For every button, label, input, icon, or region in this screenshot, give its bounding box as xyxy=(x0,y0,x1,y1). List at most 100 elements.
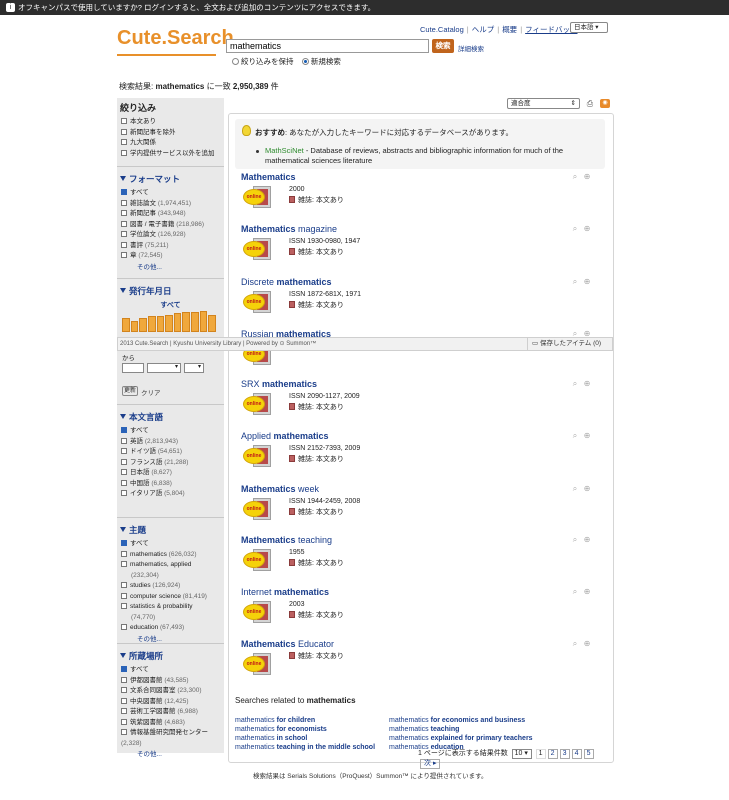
save-folder-icon[interactable]: ⊕ xyxy=(581,172,593,181)
language-select[interactable]: 日本語 ▾ xyxy=(570,22,608,33)
preview-magnifier-icon[interactable]: ⌕ xyxy=(569,639,581,649)
page-3[interactable]: 3 xyxy=(559,749,570,759)
lang-all[interactable]: すべて xyxy=(117,426,224,437)
loc-chikushi[interactable]: 筑紫図書館 (4,683) xyxy=(117,718,224,729)
histogram-bar[interactable] xyxy=(122,318,130,332)
histogram-bar[interactable] xyxy=(182,312,191,332)
format-journal[interactable]: 雑誌論文 (1,974,451) xyxy=(117,199,224,210)
loc-humanities[interactable]: 文系合同図書室 (23,300) xyxy=(117,686,224,697)
histogram-bar[interactable] xyxy=(130,320,139,332)
subject-cs[interactable]: computer science (81,419) xyxy=(117,592,224,603)
preview-magnifier-icon[interactable]: ⌕ xyxy=(569,431,581,441)
related-link[interactable]: mathematics for children xyxy=(235,716,375,725)
related-link[interactable]: mathematics for economics and business xyxy=(389,716,533,725)
result-type[interactable]: 雑誌: 本文あり xyxy=(289,507,360,518)
subject-education[interactable]: education (67,493) xyxy=(117,623,224,634)
histogram-bar[interactable] xyxy=(199,310,208,332)
result-thumbnail[interactable]: online xyxy=(243,289,273,315)
lang-chinese[interactable]: 中国語 (6,838) xyxy=(117,479,224,490)
save-folder-icon[interactable]: ⊕ xyxy=(581,535,593,544)
preview-magnifier-icon[interactable]: ⌕ xyxy=(569,379,581,389)
page-2[interactable]: 2 xyxy=(547,749,558,759)
format-chapter[interactable]: 章 (72,545) xyxy=(117,251,224,262)
subject-title[interactable]: 主題 xyxy=(117,517,224,539)
refine-kyudai[interactable]: 九大関係 xyxy=(117,138,224,149)
page-1[interactable]: 1 xyxy=(535,749,546,759)
result-title-link[interactable]: SRX mathematics xyxy=(241,379,317,389)
subject-stats[interactable]: statistics & probability xyxy=(117,602,224,613)
histogram-bar[interactable] xyxy=(208,314,216,332)
related-link[interactable]: mathematics explained for primary teache… xyxy=(389,734,533,743)
result-thumbnail[interactable]: online xyxy=(243,599,273,625)
related-link[interactable]: mathematics teaching in the middle schoo… xyxy=(235,743,375,752)
date-month-select[interactable]: ▾ xyxy=(147,363,181,373)
related-link[interactable]: mathematics in school xyxy=(235,734,375,743)
save-folder-icon[interactable]: ⊕ xyxy=(581,224,593,233)
lang-japanese[interactable]: 日本語 (8,627) xyxy=(117,468,224,479)
result-type[interactable]: 雑誌: 本文あり xyxy=(289,300,361,311)
loc-design[interactable]: 芸術工学図書館 (6,988) xyxy=(117,707,224,718)
save-folder-icon[interactable]: ⊕ xyxy=(581,484,593,493)
subject-applied[interactable]: mathematics, applied xyxy=(117,560,224,571)
preview-magnifier-icon[interactable]: ⌕ xyxy=(569,277,581,287)
refine-exclude-news[interactable]: 新聞記事を除外 xyxy=(117,128,224,139)
related-link[interactable]: mathematics for economists xyxy=(235,725,375,734)
result-title-link[interactable]: Mathematics xyxy=(241,172,296,182)
result-title-link[interactable]: Mathematics week xyxy=(241,484,319,494)
page-5[interactable]: 5 xyxy=(583,749,594,759)
radio-keep-filters[interactable]: 絞り込みを保持 xyxy=(232,57,294,66)
save-folder-icon[interactable]: ⊕ xyxy=(581,277,593,286)
save-folder-icon[interactable]: ⊕ xyxy=(581,379,593,388)
result-title-link[interactable]: Mathematics teaching xyxy=(241,535,332,545)
lang-english[interactable]: 英語 (2,813,943) xyxy=(117,437,224,448)
rss-icon[interactable]: ◉ xyxy=(600,99,610,108)
date-title[interactable]: 発行年月日 xyxy=(117,278,224,300)
lang-french[interactable]: フランス語 (21,288) xyxy=(117,458,224,469)
loc-ito[interactable]: 伊都図書館 (43,585) xyxy=(117,676,224,687)
result-type[interactable]: 雑誌: 本文あり xyxy=(289,651,344,662)
offcampus-banner[interactable]: i オフキャンパスで使用していますか? ログインすると、全文および追加のコンテンツ… xyxy=(0,0,729,15)
histogram-bar[interactable] xyxy=(147,315,156,332)
format-title[interactable]: フォーマット xyxy=(117,166,224,188)
result-title-link[interactable]: Applied mathematics xyxy=(241,431,329,441)
result-thumbnail[interactable]: online xyxy=(243,443,273,469)
format-more-link[interactable]: その他... xyxy=(117,262,224,273)
result-title-link[interactable]: Mathematics Educator xyxy=(241,639,334,649)
histogram-bar[interactable] xyxy=(191,312,199,332)
loc-riic[interactable]: 情報基盤研究開発センター xyxy=(117,728,224,739)
result-title-link[interactable]: Discrete mathematics xyxy=(241,277,332,287)
result-type[interactable]: 雑誌: 本文あり xyxy=(289,195,344,206)
result-thumbnail[interactable]: online xyxy=(243,184,273,210)
nav-about[interactable]: 概要 xyxy=(502,25,517,34)
date-update-button[interactable]: 更新 xyxy=(122,386,138,396)
lang-german[interactable]: ドイツ語 (54,651) xyxy=(117,447,224,458)
format-all[interactable]: すべて xyxy=(117,188,224,199)
preview-magnifier-icon[interactable]: ⌕ xyxy=(569,224,581,234)
save-folder-icon[interactable]: ⊕ xyxy=(581,587,593,596)
print-icon[interactable]: ⎙ xyxy=(585,99,595,108)
refine-external[interactable]: 学内提供サービス以外を追加 xyxy=(117,149,224,160)
date-histogram[interactable] xyxy=(122,307,217,332)
format-review[interactable]: 書評 (75,211) xyxy=(117,241,224,252)
histogram-bar[interactable] xyxy=(156,315,165,332)
result-thumbnail[interactable]: online xyxy=(243,236,273,262)
site-logo[interactable]: Cute.Search xyxy=(117,27,234,50)
loc-central[interactable]: 中央図書館 (12,425) xyxy=(117,697,224,708)
preview-magnifier-icon[interactable]: ⌕ xyxy=(569,172,581,182)
date-day-select[interactable]: ▾ xyxy=(184,363,204,373)
per-page-select[interactable]: 10 ▾ xyxy=(511,749,532,759)
format-book[interactable]: 図書 / 電子書籍 (218,986) xyxy=(117,220,224,231)
date-clear-link[interactable]: クリア xyxy=(141,387,161,397)
subject-studies[interactable]: studies (126,924) xyxy=(117,581,224,592)
refine-fulltext[interactable]: 本文あり xyxy=(117,117,224,128)
save-folder-icon[interactable]: ⊕ xyxy=(581,431,593,440)
result-thumbnail[interactable]: online xyxy=(243,391,273,417)
loc-all[interactable]: すべて xyxy=(117,665,224,676)
subject-all[interactable]: すべて xyxy=(117,539,224,550)
search-button[interactable]: 検索 xyxy=(432,39,454,53)
result-type[interactable]: 雑誌: 本文あり xyxy=(289,402,360,413)
date-year-input[interactable] xyxy=(122,363,144,373)
save-folder-icon[interactable]: ⊕ xyxy=(581,639,593,648)
advanced-search-link[interactable]: 詳細検索 xyxy=(458,43,484,53)
histogram-bar[interactable] xyxy=(139,318,147,332)
